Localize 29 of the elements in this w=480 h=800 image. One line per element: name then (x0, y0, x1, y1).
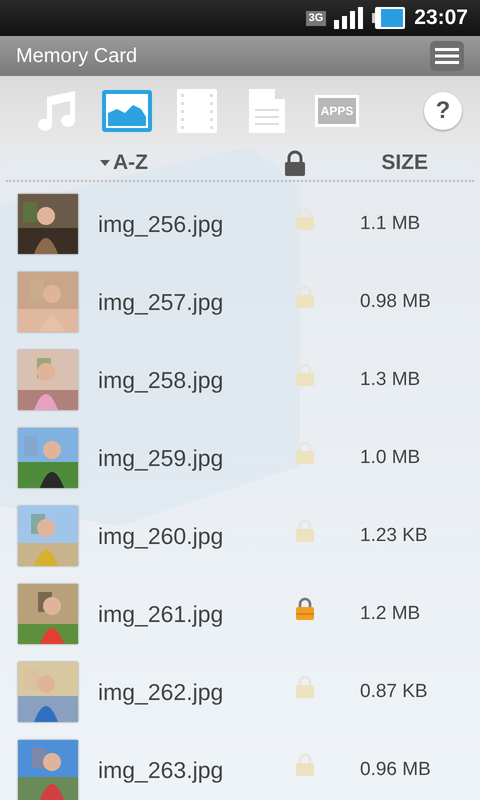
network-indicator: 3G (306, 10, 326, 26)
caret-icon (100, 160, 110, 166)
help-button[interactable]: ? (424, 92, 462, 130)
size-column-header[interactable]: SIZE (381, 151, 428, 175)
lock-icon[interactable] (294, 596, 316, 620)
file-name: img_257.jpg (98, 288, 224, 316)
file-size: 1.23 KB (360, 525, 428, 547)
file-size: 0.96 MB (360, 759, 431, 781)
battery-icon (372, 6, 406, 30)
file-size: 1.2 MB (360, 603, 420, 625)
lock-icon (284, 150, 306, 176)
file-name: img_258.jpg (98, 366, 224, 394)
file-size: 1.1 MB (360, 213, 420, 235)
file-size: 1.3 MB (360, 369, 420, 391)
file-name: img_262.jpg (98, 678, 224, 706)
menu-icon (435, 47, 459, 65)
file-size: 0.98 MB (360, 291, 431, 313)
file-name: img_259.jpg (98, 444, 224, 472)
file-size: 1.0 MB (360, 447, 420, 469)
menu-button[interactable] (430, 41, 464, 71)
file-name: img_260.jpg (98, 522, 224, 550)
sort-by-name-button[interactable]: A-Z (100, 151, 148, 175)
file-name: img_261.jpg (98, 600, 224, 628)
screen-title: Memory Card (16, 44, 138, 68)
clock: 23:07 (414, 6, 468, 30)
file-name: img_263.jpg (98, 756, 224, 784)
file-size: 0.87 KB (360, 681, 428, 703)
signal-icon (334, 7, 364, 29)
file-name: img_256.jpg (98, 210, 224, 238)
